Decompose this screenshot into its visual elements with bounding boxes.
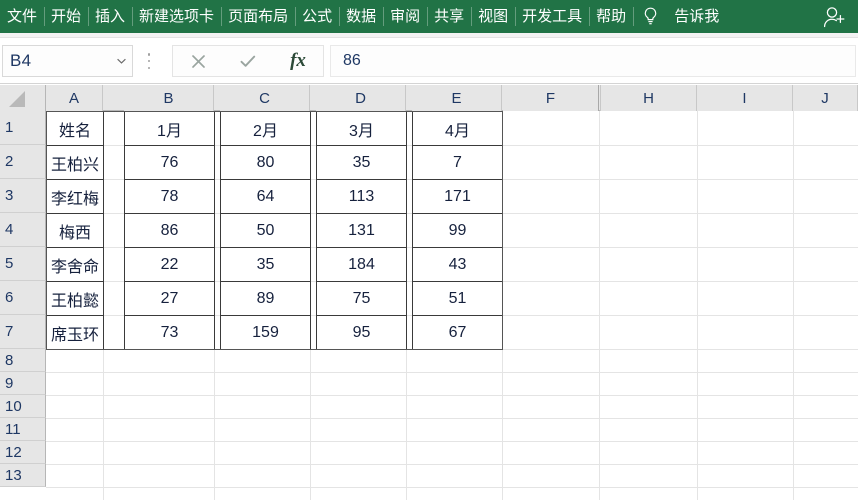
ribbon-tab[interactable]: 插入 xyxy=(88,0,132,33)
cell-E2[interactable]: 7 xyxy=(412,145,503,180)
cell-D3[interactable]: 113 xyxy=(316,179,407,214)
cell-C4[interactable]: 50 xyxy=(220,213,311,248)
cell-D6[interactable]: 75 xyxy=(316,281,407,316)
column-header-f[interactable]: F xyxy=(503,85,601,111)
cell-E4[interactable]: 99 xyxy=(412,213,503,248)
ribbon-tab[interactable]: 数据 xyxy=(339,0,383,33)
ribbon-tab[interactable]: 开发工具 xyxy=(515,0,589,33)
cell-E6[interactable]: 51 xyxy=(412,281,503,316)
cell-B7[interactable]: 73 xyxy=(124,315,215,350)
column-header-h[interactable]: H xyxy=(601,85,697,111)
cell-B2[interactable]: 76 xyxy=(124,145,215,180)
gridline-horizontal xyxy=(46,441,858,442)
ribbon-tab[interactable]: 新建选项卡 xyxy=(132,0,221,33)
gridline-horizontal xyxy=(46,418,858,419)
row-header-6[interactable]: 6 xyxy=(0,281,46,315)
chevron-down-icon[interactable] xyxy=(110,46,132,76)
ribbon-tab[interactable]: 视图 xyxy=(471,0,515,33)
cell-B6[interactable]: 27 xyxy=(124,281,215,316)
row-header-3[interactable]: 3 xyxy=(0,179,46,213)
cell-C6[interactable]: 89 xyxy=(220,281,311,316)
ribbon-tab[interactable]: 审阅 xyxy=(383,0,427,33)
person-add-icon[interactable] xyxy=(814,0,854,33)
cell-B3[interactable]: 78 xyxy=(124,179,215,214)
cell-E3[interactable]: 171 xyxy=(412,179,503,214)
lightbulb-icon[interactable] xyxy=(633,0,667,33)
cell-D4[interactable]: 131 xyxy=(316,213,407,248)
worksheet-grid[interactable]: ABCDEFHIJ 1 2 3 4 5 6 7 8 9 10 11 12 13 姓名 1月 2月 3月 4月 王柏… xyxy=(0,85,858,500)
cell-E5[interactable]: 43 xyxy=(412,247,503,282)
cell-D1[interactable]: 3月 xyxy=(316,111,407,146)
ribbon-underline xyxy=(0,33,858,38)
cell-A1[interactable]: 姓名 xyxy=(46,111,104,146)
cell-A5[interactable]: 李舍命 xyxy=(46,247,104,282)
select-all-corner-icon[interactable] xyxy=(0,85,46,111)
ribbon-tab[interactable]: 公式 xyxy=(295,0,339,33)
cell-D2[interactable]: 35 xyxy=(316,145,407,180)
row-header-8[interactable]: 8 xyxy=(0,349,46,372)
ribbon-tab-bar: 文件 开始 插入 新建选项卡 页面布局 公式 数据 审阅 共享 视图 开发工具 … xyxy=(0,0,858,33)
name-box[interactable]: B4 xyxy=(2,45,133,77)
cell-E1[interactable]: 4月 xyxy=(412,111,503,146)
ribbon-tab[interactable]: 页面布局 xyxy=(221,0,295,33)
gridline-horizontal xyxy=(46,464,858,465)
formula-bar-buttons: fx xyxy=(172,45,324,77)
cell-C3[interactable]: 64 xyxy=(220,179,311,214)
formula-bar: B4 fx 86 xyxy=(0,39,858,84)
column-header-b[interactable]: B xyxy=(124,85,214,111)
column-header-c[interactable]: C xyxy=(220,85,310,111)
cell-A3[interactable]: 李红梅 xyxy=(46,179,104,214)
cell-E7[interactable]: 67 xyxy=(412,315,503,350)
cell-C7[interactable]: 159 xyxy=(220,315,311,350)
cell-A2[interactable]: 王柏兴 xyxy=(46,145,104,180)
column-header-i[interactable]: I xyxy=(697,85,793,111)
insert-function-fx-icon[interactable]: fx xyxy=(273,46,323,77)
row-header-11[interactable]: 11 xyxy=(0,418,46,441)
column-header-j[interactable]: J xyxy=(793,85,858,111)
column-header-d[interactable]: D xyxy=(316,85,406,111)
cell-B4[interactable]: 86 xyxy=(124,213,215,248)
ribbon-tab[interactable]: 帮助 xyxy=(589,0,633,33)
ribbon-tab[interactable]: 开始 xyxy=(44,0,88,33)
cell-A7[interactable]: 席玉环 xyxy=(46,315,104,350)
row-header-12[interactable]: 12 xyxy=(0,441,46,464)
row-header-10[interactable]: 10 xyxy=(0,395,46,418)
gridline-horizontal xyxy=(46,395,858,396)
gridline-horizontal xyxy=(46,372,858,373)
row-header-13[interactable]: 13 xyxy=(0,464,46,487)
cell-D7[interactable]: 95 xyxy=(316,315,407,350)
cancel-x-icon[interactable] xyxy=(173,46,223,77)
row-header-2[interactable]: 2 xyxy=(0,145,46,179)
cell-C1[interactable]: 2月 xyxy=(220,111,311,146)
cell-C5[interactable]: 35 xyxy=(220,247,311,282)
ribbon-tab[interactable]: 文件 xyxy=(0,0,44,33)
ribbon-tab[interactable]: 共享 xyxy=(427,0,471,33)
cell-B1[interactable]: 1月 xyxy=(124,111,215,146)
formula-input[interactable]: 86 xyxy=(330,45,856,77)
confirm-check-icon[interactable] xyxy=(223,46,273,77)
name-box-value: B4 xyxy=(10,51,32,70)
row-header-1[interactable]: 1 xyxy=(0,111,46,145)
column-header-a[interactable]: A xyxy=(46,85,103,111)
cell-A4[interactable]: 梅西 xyxy=(46,213,104,248)
column-header-e[interactable]: E xyxy=(412,85,502,111)
cell-C2[interactable]: 80 xyxy=(220,145,311,180)
row-header-4[interactable]: 4 xyxy=(0,213,46,247)
row-header-9[interactable]: 9 xyxy=(0,372,46,395)
row-header-5[interactable]: 5 xyxy=(0,247,46,281)
formula-input-value: 86 xyxy=(343,52,361,69)
formula-bar-grip[interactable] xyxy=(146,51,152,71)
cell-B5[interactable]: 22 xyxy=(124,247,215,282)
tell-me-box[interactable]: 告诉我 xyxy=(667,0,726,33)
cell-A6[interactable]: 王柏懿 xyxy=(46,281,104,316)
gridline-horizontal xyxy=(46,487,858,488)
cell-D5[interactable]: 184 xyxy=(316,247,407,282)
row-header-7[interactable]: 7 xyxy=(0,315,46,349)
